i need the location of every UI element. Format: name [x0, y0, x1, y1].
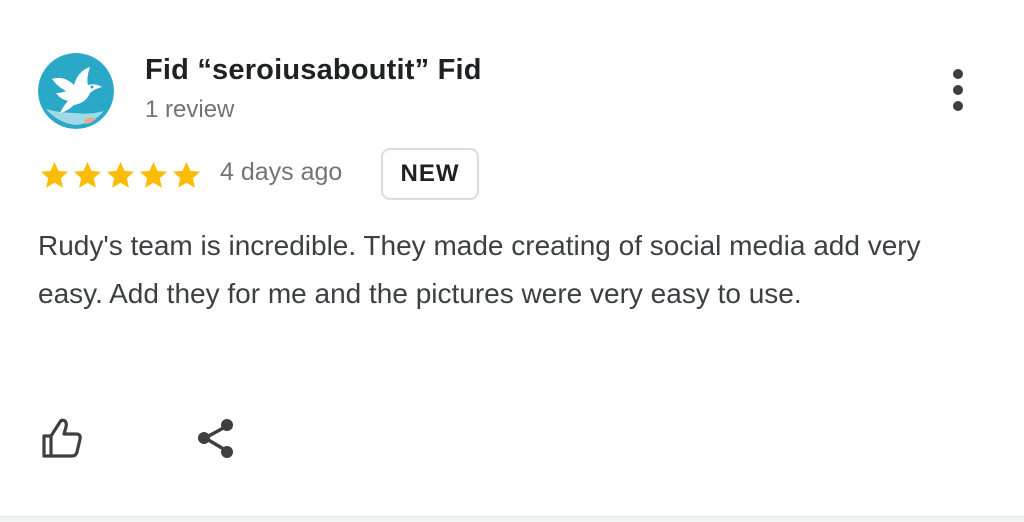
- bird-avatar-icon: [38, 53, 114, 129]
- star-icon: [173, 161, 200, 188]
- star-icon: [41, 161, 68, 188]
- star-rating: [38, 158, 203, 192]
- share-button[interactable]: [187, 410, 243, 466]
- review-count[interactable]: 1 review: [145, 96, 234, 124]
- like-button[interactable]: [34, 410, 90, 466]
- thumb-up-icon: [42, 418, 82, 458]
- star-icon: [74, 161, 101, 188]
- author-avatar[interactable]: [38, 53, 114, 129]
- more-options-button[interactable]: [936, 66, 980, 118]
- new-badge: NEW: [381, 148, 479, 200]
- review-card: Fid “seroiusaboutit” Fid 1 review 4 days…: [0, 0, 1024, 516]
- star-icon: [107, 161, 134, 188]
- share-icon: [198, 419, 233, 458]
- bottom-divider: [0, 516, 1024, 522]
- star-icon: [140, 161, 167, 188]
- author-name[interactable]: Fid “seroiusaboutit” Fid: [145, 54, 482, 87]
- review-date: 4 days ago: [220, 158, 343, 186]
- more-vert-icon: [953, 69, 963, 111]
- review-text: Rudy's team is incredible. They made cre…: [38, 230, 921, 309]
